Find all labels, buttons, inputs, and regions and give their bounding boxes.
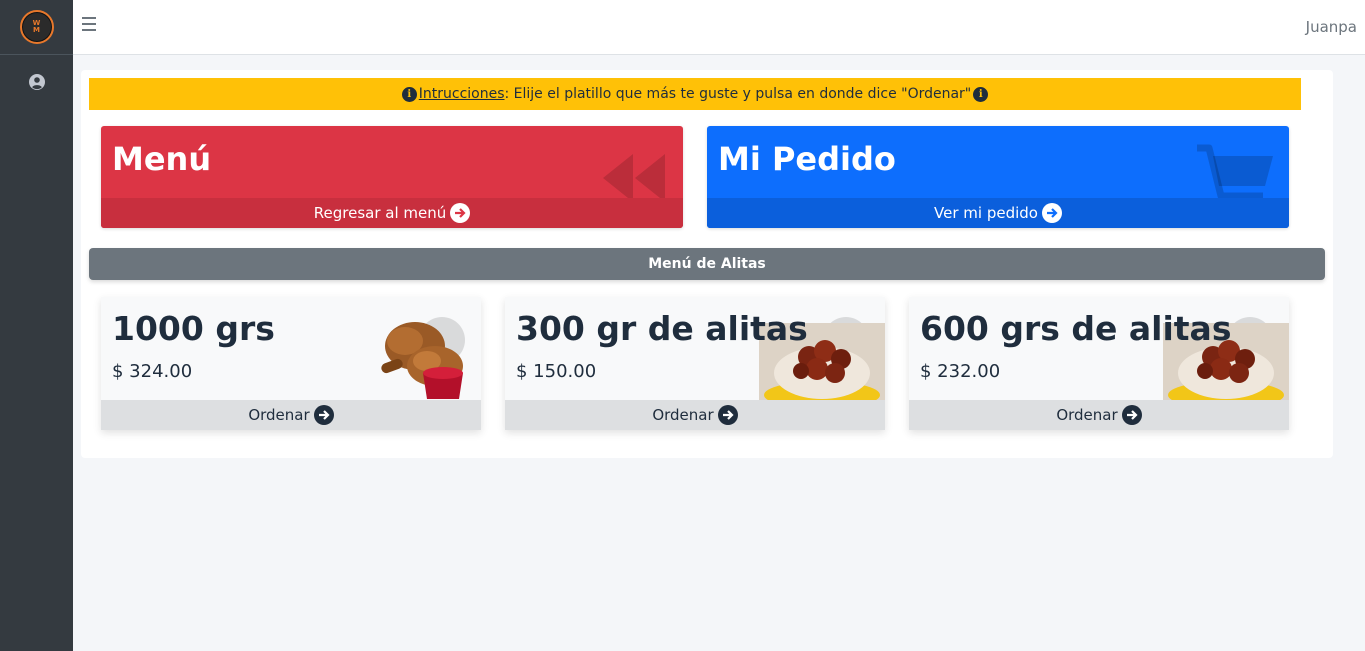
info-icon: i <box>973 86 989 102</box>
product-price: $ 324.00 <box>112 361 193 382</box>
user-circle-icon <box>28 74 45 90</box>
product-price: $ 232.00 <box>920 361 1001 382</box>
brand-logo[interactable]: WM <box>19 10 54 44</box>
info-icon: i <box>401 86 417 102</box>
arrow-right-circle-icon <box>313 405 334 425</box>
product-card: 300 gr de alitas $ 150.00 Ordenar <box>505 297 885 430</box>
back-to-menu-label: Regresar al menú <box>313 204 447 222</box>
view-order-label: Ver mi pedido <box>934 204 1038 222</box>
sidebar-item-user[interactable] <box>0 74 73 90</box>
order-button-label: Ordenar <box>248 406 310 424</box>
order-button[interactable]: Ordenar <box>909 400 1289 430</box>
order-box: Mi Pedido Ver mi pedido <box>707 126 1289 228</box>
order-button-label: Ordenar <box>1056 406 1118 424</box>
view-order-link[interactable]: Ver mi pedido <box>707 198 1289 228</box>
arrow-right-circle-icon <box>450 203 471 223</box>
brand[interactable]: WM <box>0 0 73 55</box>
product-name: 300 gr de alitas <box>516 309 808 348</box>
order-button-label: Ordenar <box>652 406 714 424</box>
order-box-title: Mi Pedido <box>718 140 896 178</box>
menu-box-title: Menú <box>112 140 212 178</box>
order-button[interactable]: Ordenar <box>101 400 481 430</box>
product-name: 600 grs de alitas <box>920 309 1232 348</box>
instructions-banner: i Intrucciones : Elije el platillo que m… <box>89 78 1301 110</box>
arrow-right-circle-icon <box>1041 203 1062 223</box>
instructions-text: : Elije el platillo que más te guste y p… <box>504 86 972 102</box>
instructions-label: Intrucciones <box>418 86 505 102</box>
product-card: 1000 grs $ 324.00 Ordenar <box>101 297 481 430</box>
product-name: 1000 grs <box>112 309 275 348</box>
sidebar: WM <box>0 0 73 651</box>
back-to-menu-link[interactable]: Regresar al menú <box>101 198 683 228</box>
user-name[interactable]: Juanpa <box>1306 18 1357 36</box>
fried-chicken-image <box>381 322 463 399</box>
menu-box: Menú Regresar al menú <box>101 126 683 228</box>
product-price: $ 150.00 <box>516 361 597 382</box>
menu-toggle-icon[interactable] <box>82 17 96 33</box>
order-button[interactable]: Ordenar <box>505 400 885 430</box>
top-navbar: Juanpa <box>73 0 1365 55</box>
section-header: Menú de Alitas <box>89 248 1325 280</box>
arrow-right-circle-icon <box>1121 405 1142 425</box>
arrow-right-circle-icon <box>717 405 738 425</box>
product-card: 600 grs de alitas $ 232.00 Ordenar <box>909 297 1289 430</box>
